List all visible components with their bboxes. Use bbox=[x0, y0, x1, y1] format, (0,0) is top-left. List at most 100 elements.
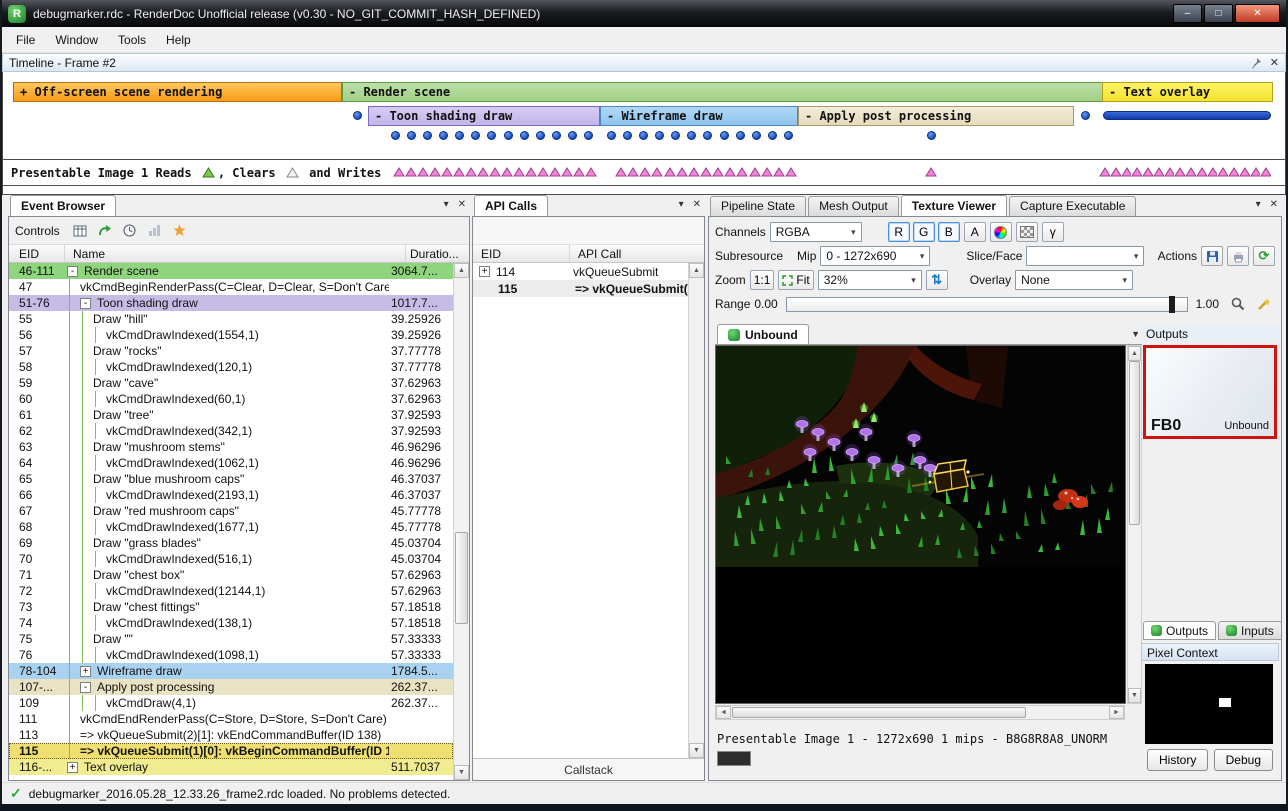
event-row[interactable]: 113=> vkQueueSubmit(2)[1]: vkEndCommandB… bbox=[9, 727, 453, 743]
pixel-context-canvas[interactable] bbox=[1145, 664, 1273, 744]
drawcall-dot[interactable] bbox=[520, 131, 529, 140]
magnifier-icon[interactable] bbox=[1227, 293, 1249, 315]
timeline-block[interactable]: - Render scene bbox=[342, 82, 1104, 102]
scroll-up-icon[interactable]: ▲ bbox=[454, 263, 469, 278]
title-bar[interactable]: R debugmarker.rdc - RenderDoc Unofficial… bbox=[2, 0, 1286, 27]
zoom-fit-button[interactable]: Fit bbox=[778, 270, 813, 290]
texture-horizontal-scrollbar[interactable]: ◄ ► bbox=[715, 705, 1125, 720]
timeline-block[interactable]: - Wireframe draw bbox=[600, 106, 798, 126]
flip-y-button[interactable]: ⇅ bbox=[926, 270, 948, 290]
column-duration[interactable]: Duratio... bbox=[405, 245, 469, 262]
event-row[interactable]: 111vkCmdEndRenderPass(C=Store, D=Store, … bbox=[9, 711, 453, 727]
drawcall-dot[interactable] bbox=[720, 131, 729, 140]
range-slider-handle[interactable] bbox=[1169, 296, 1175, 313]
texture-tab-unbound[interactable]: Unbound bbox=[717, 324, 809, 344]
drawcall-dot[interactable] bbox=[1081, 111, 1090, 120]
event-row[interactable]: 65Draw "blue mushroom caps"46.37037 bbox=[9, 471, 453, 487]
event-row[interactable]: 63Draw "mushroom stems"46.96296 bbox=[9, 439, 453, 455]
expander-minus-icon[interactable]: - bbox=[80, 298, 91, 309]
api-row[interactable]: 115=> vkQueueSubmit(1)[... bbox=[473, 280, 688, 297]
expander-plus-icon[interactable]: + bbox=[80, 666, 91, 677]
range-slider[interactable] bbox=[786, 297, 1188, 312]
drawcall-dot[interactable] bbox=[353, 111, 362, 120]
drawcall-dot[interactable] bbox=[439, 131, 448, 140]
gamma-button[interactable]: γ bbox=[1042, 222, 1064, 242]
tab-pipeline-state[interactable]: Pipeline State bbox=[710, 196, 806, 216]
event-row[interactable]: 107-...-Apply post processing262.37... bbox=[9, 679, 453, 695]
tab-api-calls[interactable]: API Calls bbox=[474, 195, 548, 216]
channel-g-button[interactable]: G bbox=[913, 222, 935, 242]
event-row[interactable]: 76vkCmdDrawIndexed(1098,1)57.33333 bbox=[9, 647, 453, 663]
drawcall-dot[interactable] bbox=[736, 131, 745, 140]
close-button[interactable]: ✕ bbox=[1235, 4, 1280, 23]
drawcall-dot[interactable] bbox=[703, 131, 712, 140]
event-row[interactable]: 55Draw "hill"39.25926 bbox=[9, 311, 453, 327]
api-calls-scrollbar[interactable]: ▲ ▼ bbox=[688, 263, 704, 758]
menu-item-help[interactable]: Help bbox=[156, 29, 201, 51]
scroll-left-icon[interactable]: ◄ bbox=[716, 706, 731, 719]
expander-minus-icon[interactable]: - bbox=[67, 266, 78, 277]
refresh-button[interactable]: ⟳ bbox=[1253, 246, 1275, 266]
outputs-tab[interactable]: Outputs bbox=[1143, 621, 1216, 640]
export-texture-button[interactable] bbox=[1227, 246, 1249, 266]
menu-item-window[interactable]: Window bbox=[45, 29, 108, 51]
event-row[interactable]: 67Draw "red mushroom caps"45.77778 bbox=[9, 503, 453, 519]
event-row[interactable]: 66vkCmdDrawIndexed(2193,1)46.37037 bbox=[9, 487, 453, 503]
mip-dropdown[interactable]: 0 - 1272x690 ▾ bbox=[820, 246, 930, 266]
chevron-down-icon[interactable]: ▾ bbox=[679, 199, 684, 210]
drawcall-dot[interactable] bbox=[752, 131, 761, 140]
callstack-section[interactable]: Callstack bbox=[473, 758, 704, 780]
event-row[interactable]: 62vkCmdDrawIndexed(342,1)37.92593 bbox=[9, 423, 453, 439]
event-row[interactable]: 58vkCmdDrawIndexed(120,1)37.77778 bbox=[9, 359, 453, 375]
api-row[interactable]: +114vkQueueSubmit bbox=[473, 263, 688, 280]
drawcall-bar[interactable] bbox=[1103, 111, 1271, 120]
drawcall-dot[interactable] bbox=[687, 131, 696, 140]
close-icon[interactable]: ✕ bbox=[458, 199, 466, 210]
timeline-block[interactable]: + Off-screen scene rendering bbox=[13, 82, 342, 102]
checkerboard-button[interactable] bbox=[1016, 222, 1038, 242]
column-eid[interactable]: EID bbox=[9, 245, 65, 262]
scroll-up-icon[interactable]: ▲ bbox=[689, 263, 704, 278]
event-row[interactable]: 115=> vkQueueSubmit(1)[0]: vkBeginComman… bbox=[9, 743, 453, 759]
timeline-block[interactable]: - Apply post processing bbox=[798, 106, 1074, 126]
history-button[interactable]: History bbox=[1147, 749, 1208, 771]
pin-icon[interactable] bbox=[1252, 57, 1262, 69]
event-row[interactable]: 68vkCmdDrawIndexed(1677,1)45.77778 bbox=[9, 519, 453, 535]
goto-eid-icon[interactable] bbox=[94, 220, 116, 242]
event-row[interactable]: 64vkCmdDrawIndexed(1062,1)46.96296 bbox=[9, 455, 453, 471]
drawcall-dot[interactable] bbox=[784, 131, 793, 140]
close-icon[interactable]: ✕ bbox=[1270, 56, 1279, 69]
output-fb0-thumbnail[interactable]: FB0 Unbound bbox=[1143, 345, 1277, 439]
scrollbar-thumb[interactable] bbox=[1129, 361, 1140, 525]
bookmark-star-icon[interactable] bbox=[169, 220, 191, 242]
event-row[interactable]: 59Draw "cave"37.62963 bbox=[9, 375, 453, 391]
autofit-wand-icon[interactable] bbox=[1253, 293, 1275, 315]
drawcall-dot[interactable] bbox=[391, 131, 400, 140]
zoom-level-dropdown[interactable]: 32% ▾ bbox=[818, 270, 922, 290]
timeline-grid-icon[interactable] bbox=[69, 220, 91, 242]
scrollbar-thumb[interactable] bbox=[455, 532, 468, 624]
alpha-channel-button[interactable]: A bbox=[964, 222, 986, 242]
event-row[interactable]: 74vkCmdDrawIndexed(138,1)57.18518 bbox=[9, 615, 453, 631]
tab-capture-executable[interactable]: Capture Executable bbox=[1009, 196, 1136, 216]
tab-texture-viewer[interactable]: Texture Viewer bbox=[901, 195, 1007, 216]
timeline-block[interactable]: - Text overlay bbox=[1102, 82, 1273, 102]
zoom-1to1-button[interactable]: 1:1 bbox=[750, 270, 775, 290]
overlay-dropdown[interactable]: None ▾ bbox=[1015, 270, 1133, 290]
drawcall-dot[interactable] bbox=[671, 131, 680, 140]
event-row[interactable]: 70vkCmdDrawIndexed(516,1)45.03704 bbox=[9, 551, 453, 567]
stats-chart-icon[interactable] bbox=[144, 220, 166, 242]
menu-item-file[interactable]: File bbox=[6, 29, 45, 51]
scrollbar-thumb[interactable] bbox=[732, 707, 1026, 718]
drawcall-dot[interactable] bbox=[568, 131, 577, 140]
slice-face-dropdown[interactable]: ▾ bbox=[1026, 246, 1144, 266]
expander-minus-icon[interactable]: - bbox=[80, 682, 91, 693]
chevron-down-icon[interactable]: ▾ bbox=[444, 199, 449, 210]
timeline-block[interactable]: - Toon shading draw bbox=[368, 106, 600, 126]
event-row[interactable]: 61Draw "tree"37.92593 bbox=[9, 407, 453, 423]
event-row[interactable]: 116-...+Text overlay511.7037 bbox=[9, 759, 453, 775]
channel-b-button[interactable]: B bbox=[938, 222, 960, 242]
drawcall-dot[interactable] bbox=[655, 131, 664, 140]
menu-item-tools[interactable]: Tools bbox=[108, 29, 156, 51]
texture-list-chevron-icon[interactable]: ▼ bbox=[1131, 329, 1140, 339]
